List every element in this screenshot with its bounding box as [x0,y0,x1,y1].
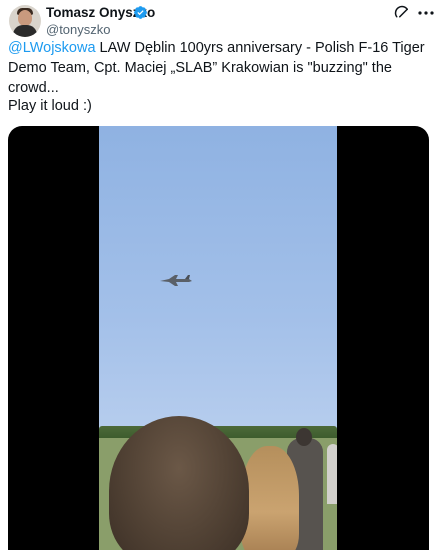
avatar[interactable] [9,5,41,37]
avatar-face [18,10,32,26]
mention-link[interactable]: @LWojskowa [8,40,96,56]
jet-icon [160,275,192,286]
verified-badge-icon [134,6,147,19]
video-frame[interactable] [99,126,337,550]
video-person-far [327,444,337,504]
grok-icon[interactable] [393,4,411,22]
video-player[interactable] [8,126,429,550]
avatar-body [13,25,37,37]
author-handle[interactable]: @tonyszko [46,22,111,38]
video-person-blonde [241,446,299,550]
tweet-text-line2: Play it loud :) [8,98,92,114]
video-person-right-head [296,428,312,446]
more-icon[interactable] [417,6,435,20]
tweet-text: @LWojskowa LAW Dęblin 100yrs anniversary… [8,38,433,98]
